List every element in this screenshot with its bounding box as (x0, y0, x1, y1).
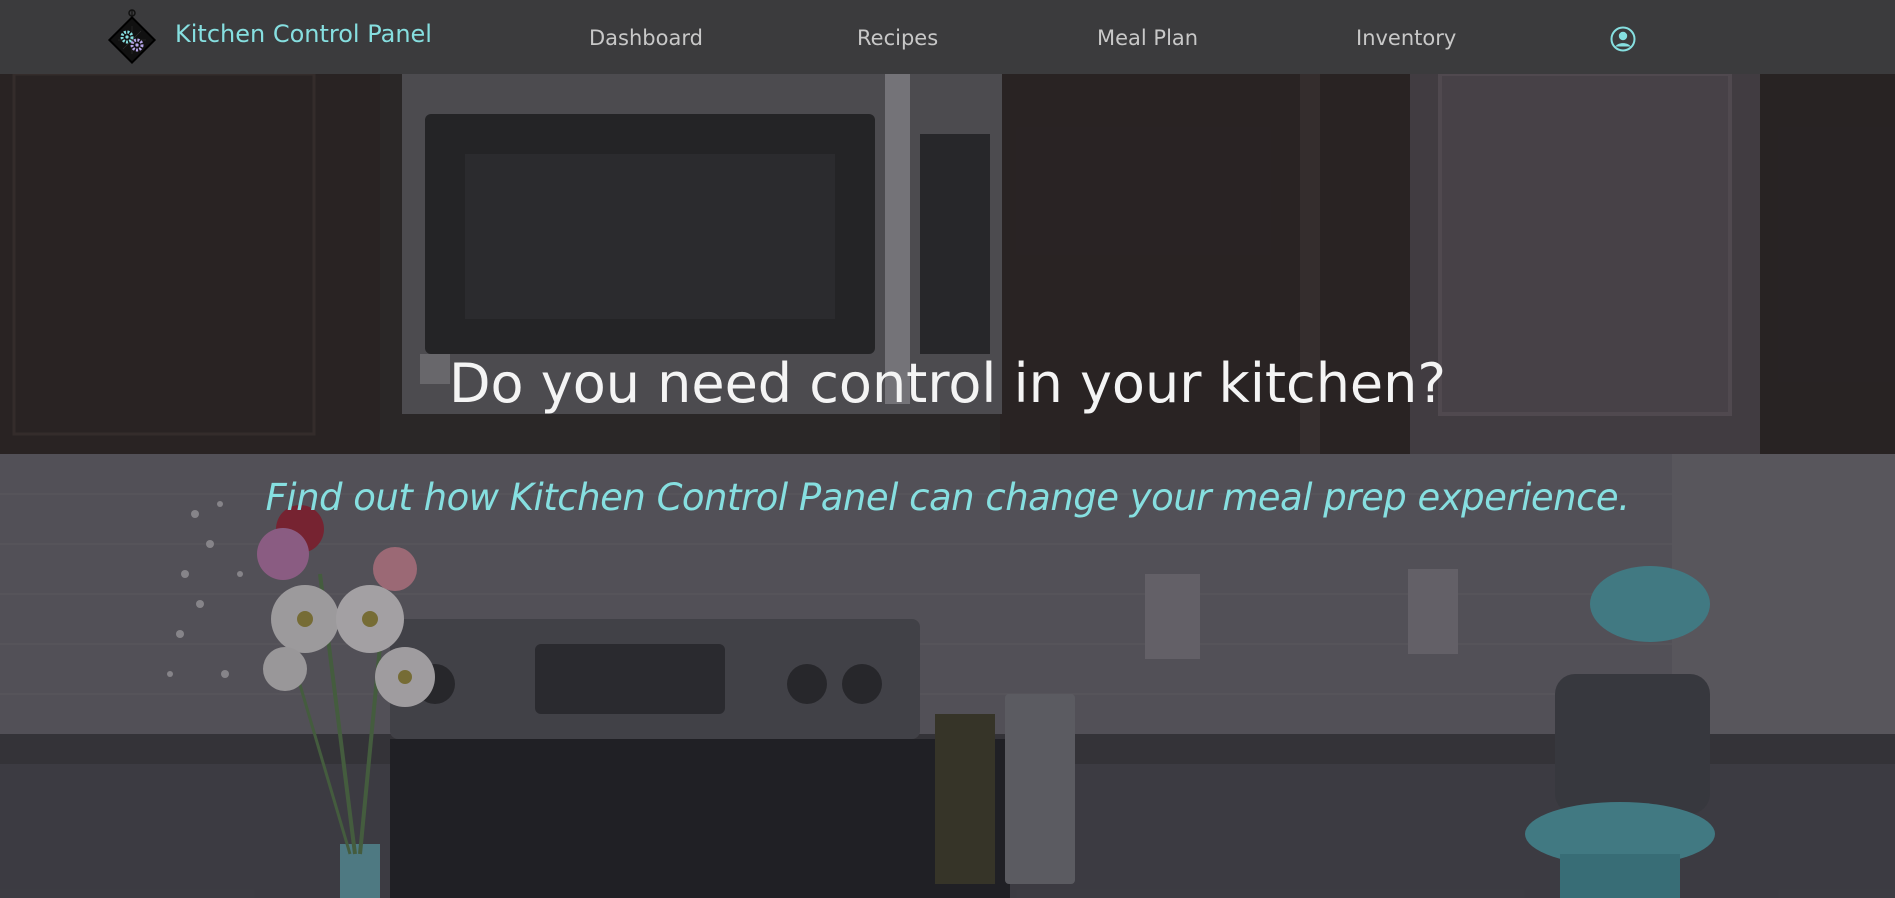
top-navbar: Kitchen Control Panel Dashboard Recipes … (0, 0, 1895, 74)
hero-title: Do you need control in your kitchen? (448, 352, 1447, 415)
user-circle-icon (1610, 26, 1636, 52)
brand-home-link[interactable]: Kitchen Control Panel (104, 8, 432, 70)
nav-recipes[interactable]: Recipes (857, 26, 938, 50)
hero-section: Do you need control in your kitchen? Fin… (0, 74, 1895, 898)
nav-inventory[interactable]: Inventory (1356, 26, 1456, 50)
nav-dashboard[interactable]: Dashboard (589, 26, 703, 50)
user-account-button[interactable] (1610, 26, 1636, 52)
nav-meal-plan[interactable]: Meal Plan (1097, 26, 1198, 50)
potholder-gears-icon (107, 9, 157, 65)
hero-subtitle: Find out how Kitchen Control Panel can c… (265, 476, 1630, 519)
brand-name: Kitchen Control Panel (175, 20, 432, 48)
